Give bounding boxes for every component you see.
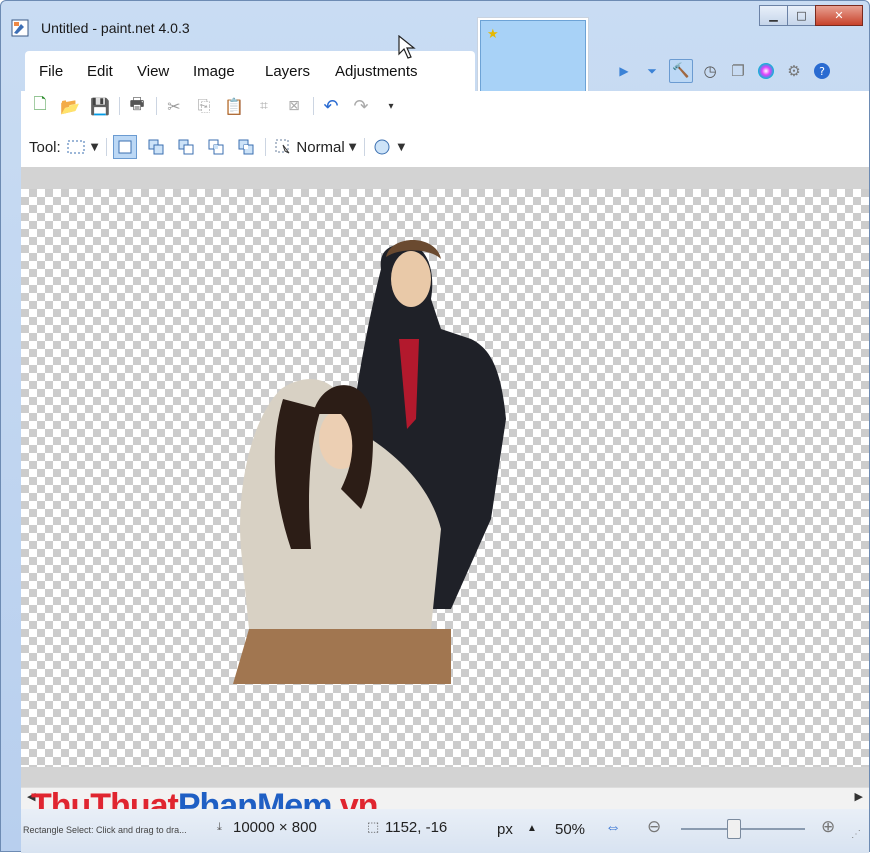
redo-icon[interactable]: ↷	[350, 95, 372, 117]
zoom-slider-track[interactable]	[681, 828, 805, 830]
selection-mode-replace-icon[interactable]	[113, 135, 138, 159]
toolbar-separator	[106, 138, 108, 156]
cursor-position: 1152, -16	[385, 819, 448, 836]
star-icon: ★	[487, 27, 499, 42]
blend-mode-select[interactable]: Normal	[296, 139, 344, 156]
menu-file[interactable]: File	[39, 63, 63, 80]
window-title: Untitled - paint.net 4.0.3	[41, 20, 190, 36]
toolbar-separator	[265, 138, 267, 156]
colors-window-icon[interactable]	[755, 60, 777, 82]
selection-mode-union-icon[interactable]	[145, 136, 167, 158]
settings-gear-icon[interactable]: ⚙	[783, 60, 805, 82]
paintnet-app-icon	[11, 19, 29, 37]
window-controls: ▁ □ ✕	[759, 5, 863, 26]
resize-grip-icon[interactable]: ⋰	[851, 829, 861, 840]
cursor-position-icon: ⬚	[367, 819, 380, 834]
help-icon[interactable]: ?	[811, 60, 833, 82]
layer-photo	[233, 239, 506, 684]
minimize-button[interactable]: ▁	[759, 5, 788, 26]
image-canvas[interactable]	[21, 189, 869, 767]
zoom-level[interactable]: 50%	[555, 821, 585, 838]
mouse-cursor-icon	[398, 35, 416, 59]
scroll-right-icon[interactable]: ▶	[855, 790, 863, 803]
new-image-icon[interactable]: 🗋	[29, 94, 51, 117]
svg-text:?: ?	[819, 65, 825, 78]
deselect-icon[interactable]: ⊠	[283, 95, 305, 117]
canvas-area	[21, 167, 869, 787]
dropdown-arrow-icon[interactable]: ⏷	[641, 60, 663, 82]
selection-mode-xor-icon[interactable]	[235, 136, 257, 158]
menu-image[interactable]: Image	[193, 63, 235, 80]
units-dropdown-arrow-icon[interactable]: ▲	[527, 823, 537, 834]
maximize-button[interactable]: □	[787, 5, 816, 26]
zoom-out-icon[interactable]: ⊖	[647, 817, 661, 837]
undo-icon[interactable]: ↶	[320, 95, 342, 117]
main-toolbar: 🗋 📂 💾 🖶 ✂ ⎘ 📋 ⌗ ⊠ ↶ ↷ ▾	[29, 94, 410, 117]
expand-arrow-icon[interactable]: ▶	[613, 60, 635, 82]
selection-mode-intersect-icon[interactable]	[205, 136, 227, 158]
app-window: Untitled - paint.net 4.0.3 ▁ □ ✕ File Ed…	[0, 0, 870, 853]
status-bar: Rectangle Select: Click and drag to dra.…	[21, 809, 869, 853]
cut-icon[interactable]: ✂	[163, 95, 185, 117]
copy-icon[interactable]: ⎘	[193, 95, 215, 117]
title-bar[interactable]: Untitled - paint.net 4.0.3 ▁ □ ✕	[1, 1, 870, 45]
utility-toolbar: ▶ ⏷ 🔨 ◷ ❐ ⚙ ?	[613, 59, 839, 83]
tool-label: Tool:	[29, 138, 61, 156]
menu-layers[interactable]: Layers	[265, 63, 310, 80]
print-icon[interactable]: 🖶	[126, 94, 148, 117]
image-size-icon: ⤓	[217, 821, 222, 833]
blend-mode-dropdown-arrow-icon[interactable]: ▼	[349, 142, 357, 153]
toolbar-separator	[364, 138, 366, 156]
open-file-icon[interactable]: 📂	[59, 95, 81, 117]
tool-options-toolbar: Tool: ▼ Normal ▼ ▼	[29, 135, 413, 159]
image-size: 10000 × 800	[233, 819, 317, 836]
close-button[interactable]: ✕	[815, 5, 863, 26]
antialiasing-icon[interactable]	[371, 136, 393, 158]
toolbar-area: 🗋 📂 💾 🖶 ✂ ⎘ 📋 ⌗ ⊠ ↶ ↷ ▾ Tool: ▼ Normal ▼…	[21, 91, 869, 167]
toolbar-separator	[313, 97, 314, 115]
selection-mode-exclude-icon[interactable]	[175, 136, 197, 158]
menu-adjustments[interactable]: Adjustments	[335, 63, 418, 80]
history-window-icon[interactable]: ◷	[699, 60, 721, 82]
antialiasing-dropdown-arrow-icon[interactable]: ▼	[397, 142, 405, 153]
toolbar-separator	[156, 97, 157, 115]
paste-icon[interactable]: 📋	[223, 95, 245, 117]
save-icon[interactable]: 💾	[89, 95, 111, 117]
zoom-in-icon[interactable]: ⊕	[821, 817, 835, 837]
tool-dropdown-arrow-icon[interactable]: ▼	[91, 142, 99, 153]
toolbar-overflow-icon[interactable]: ▾	[380, 95, 402, 117]
menu-edit[interactable]: Edit	[87, 63, 113, 80]
status-hint: Rectangle Select: Click and drag to dra.…	[23, 825, 187, 835]
zoom-to-window-icon[interactable]: ⇔	[605, 819, 621, 837]
selection-quality-icon[interactable]	[272, 136, 294, 158]
zoom-slider-thumb[interactable]	[727, 819, 741, 839]
tools-window-icon[interactable]: 🔨	[669, 59, 693, 83]
menu-view[interactable]: View	[137, 63, 169, 80]
toolbar-separator	[119, 97, 120, 115]
layers-window-icon[interactable]: ❐	[727, 60, 749, 82]
units-select[interactable]: px	[497, 821, 513, 838]
crop-to-selection-icon[interactable]: ⌗	[253, 95, 275, 117]
rectangle-select-tool-icon[interactable]	[65, 136, 87, 158]
